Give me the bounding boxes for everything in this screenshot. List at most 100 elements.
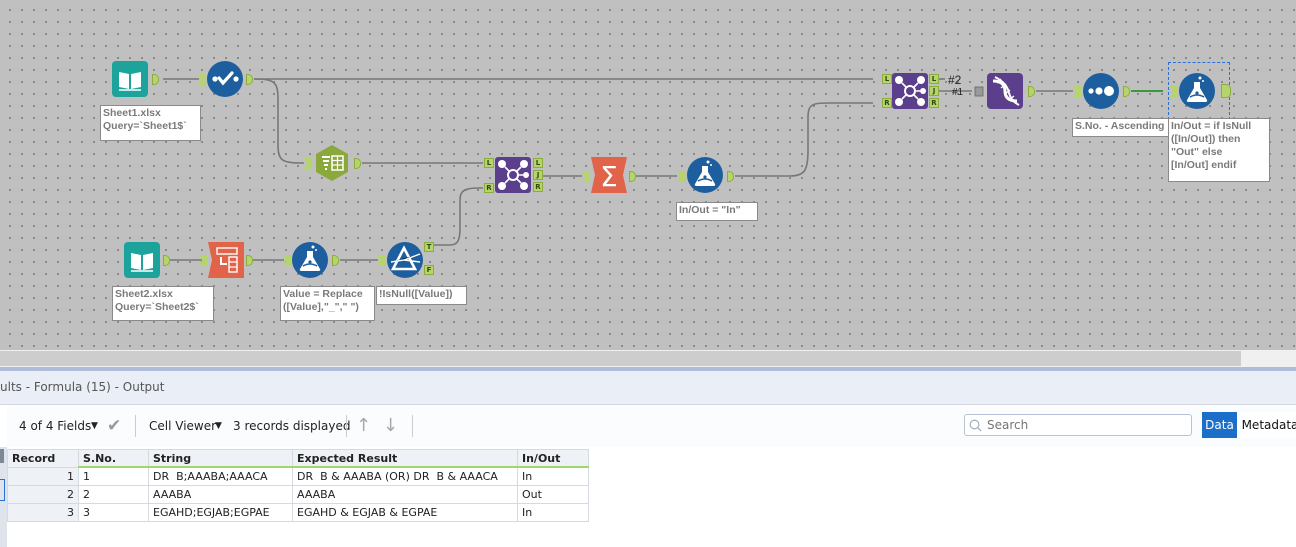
flask-icon <box>1179 73 1215 109</box>
canvas-horizontal-scrollbar[interactable] <box>0 350 1296 367</box>
svg-text:Σ: Σ <box>600 160 618 193</box>
connection-filter-join1-right <box>432 187 483 246</box>
cell-in-out[interactable]: In <box>517 466 589 486</box>
column-header-in-out[interactable]: In/Out <box>517 449 589 468</box>
side-tab-marker[interactable] <box>0 449 4 463</box>
sort-dots-icon <box>1083 73 1119 109</box>
column-header-string[interactable]: String <box>148 449 293 468</box>
checkmark-dots-icon <box>207 61 243 97</box>
arrow-up-icon[interactable]: ↑ <box>356 415 371 436</box>
cell-in-out[interactable]: In <box>517 503 589 522</box>
flask-icon <box>292 242 328 278</box>
cell-record[interactable]: 2 <box>7 485 79 504</box>
flask-icon <box>687 157 723 193</box>
arrow-down-icon[interactable]: ↓ <box>383 415 398 436</box>
fields-dropdown[interactable]: 4 of 4 Fields <box>19 419 91 433</box>
workflow-canvas[interactable]: Sheet1.xlsx Query=`Sheet1$` L R L J R Σ … <box>0 0 1296 350</box>
cell-string[interactable]: DR B;AAABA;AAACA <box>148 466 293 486</box>
connection-formula1-join2-right <box>735 102 873 177</box>
filter-false-anchor[interactable]: F <box>424 265 434 275</box>
search-input[interactable] <box>985 417 1189 433</box>
union-input-label-1: #1 <box>952 87 964 98</box>
results-panel-title: ults - Formula (15) - Output <box>0 380 165 394</box>
metadata-tab-button[interactable]: Metadata <box>1237 412 1296 438</box>
results-panel-header: ults - Formula (15) - Output <box>0 371 1296 405</box>
search-icon <box>969 419 982 432</box>
transpose-icon <box>208 242 244 278</box>
cell-expected-result[interactable]: AAABA <box>292 485 518 504</box>
cell-in-out[interactable]: Out <box>517 485 589 504</box>
join-tool-1[interactable] <box>495 157 531 193</box>
table-row[interactable]: 2 2 AAABA AAABA Out <box>7 485 589 504</box>
join-join-output-anchor[interactable]: J <box>929 86 939 96</box>
dna-icon <box>987 73 1023 109</box>
annotation-formula1: In/Out = "In" <box>676 202 758 221</box>
join-right-input-anchor[interactable]: R <box>882 98 892 108</box>
formula-tool-2[interactable] <box>292 242 328 278</box>
cell-viewer-dropdown[interactable]: Cell Viewer <box>149 419 216 433</box>
text-to-columns-tool[interactable] <box>314 145 350 181</box>
table-row[interactable]: 1 1 DR B;AAABA;AAACA DR B & AAABA (OR) D… <box>7 466 589 486</box>
data-tab-button[interactable]: Data <box>1202 412 1237 438</box>
results-side-strip <box>0 447 7 547</box>
output-anchor[interactable] <box>1221 84 1231 98</box>
text-to-columns-icon <box>316 145 348 181</box>
join-left-output-anchor[interactable]: L <box>533 158 543 168</box>
annotation-filter: !IsNull([Value]) <box>376 286 467 305</box>
join-left-output-anchor[interactable]: L <box>929 74 939 84</box>
filter-tool[interactable] <box>387 242 423 278</box>
chevron-down-icon[interactable]: ▼ <box>215 421 222 431</box>
connection-select1-texttocols <box>253 78 304 164</box>
join-right-input-anchor[interactable]: R <box>484 183 494 193</box>
union-input-label-2: #2 <box>948 73 962 87</box>
join-right-output-anchor[interactable]: R <box>533 182 543 192</box>
join-left-input-anchor[interactable]: L <box>882 74 892 84</box>
filter-true-anchor[interactable]: T <box>424 242 434 252</box>
input-data-tool-sheet2[interactable] <box>124 242 160 278</box>
toolbar-divider <box>346 415 347 437</box>
cell-sno[interactable]: 1 <box>78 466 149 486</box>
toolbar-divider <box>135 415 136 437</box>
book-icon <box>124 242 160 278</box>
cell-sno[interactable]: 2 <box>78 485 149 504</box>
table-row[interactable]: 3 3 EGAHD;EGJAB;EGPAE EGAHD & EGJAB & EG… <box>7 503 589 522</box>
chevron-down-icon[interactable]: ▼ <box>91 421 98 431</box>
book-icon <box>112 61 148 97</box>
sort-tool[interactable] <box>1083 73 1119 109</box>
join-left-input-anchor[interactable]: L <box>484 158 494 168</box>
input-data-tool-sheet1[interactable] <box>112 61 148 97</box>
toolbar-divider <box>412 415 413 437</box>
join-icon <box>495 157 531 193</box>
records-count: 3 records displayed <box>233 419 351 433</box>
search-box[interactable] <box>964 414 1192 436</box>
scrollbar-thumb[interactable] <box>0 351 1241 366</box>
cell-expected-result[interactable]: DR B & AAABA (OR) DR B & AAACA <box>292 466 518 486</box>
checkmark-icon[interactable]: ✔ <box>107 416 121 436</box>
transpose-tool[interactable] <box>208 242 244 278</box>
cell-expected-result[interactable]: EGAHD & EGJAB & EGPAE <box>292 503 518 522</box>
join-icon <box>892 73 928 109</box>
annotation-sort: S.No. - Ascending <box>1072 118 1170 137</box>
select-tool[interactable] <box>207 61 243 97</box>
annotation-input2: Sheet2.xlsx Query=`Sheet2$` <box>112 286 214 321</box>
cell-record[interactable]: 1 <box>7 466 79 486</box>
column-header-sno[interactable]: S.No. <box>78 449 149 468</box>
formula-tool-1[interactable] <box>687 157 723 193</box>
cell-string[interactable]: AAABA <box>148 485 293 504</box>
results-table: Record S.No. String Expected Result In/O… <box>7 449 589 522</box>
cell-record[interactable]: 3 <box>7 503 79 522</box>
annotation-input1: Sheet1.xlsx Query=`Sheet1$` <box>100 105 201 141</box>
union-tool[interactable] <box>987 73 1023 109</box>
column-header-expected-result[interactable]: Expected Result <box>292 449 518 468</box>
sigma-icon: Σ <box>591 157 627 193</box>
formula-tool-selected[interactable] <box>1179 73 1215 109</box>
column-header-record[interactable]: Record <box>7 449 79 468</box>
prism-icon <box>387 242 423 278</box>
cell-string[interactable]: EGAHD;EGJAB;EGPAE <box>148 503 293 522</box>
join-tool-2[interactable] <box>892 73 928 109</box>
cell-sno[interactable]: 3 <box>78 503 149 522</box>
summarize-tool[interactable]: Σ <box>591 157 627 193</box>
join-join-output-anchor[interactable]: J <box>533 170 543 180</box>
side-tab-selected[interactable] <box>0 479 5 501</box>
join-right-output-anchor[interactable]: R <box>929 98 939 108</box>
